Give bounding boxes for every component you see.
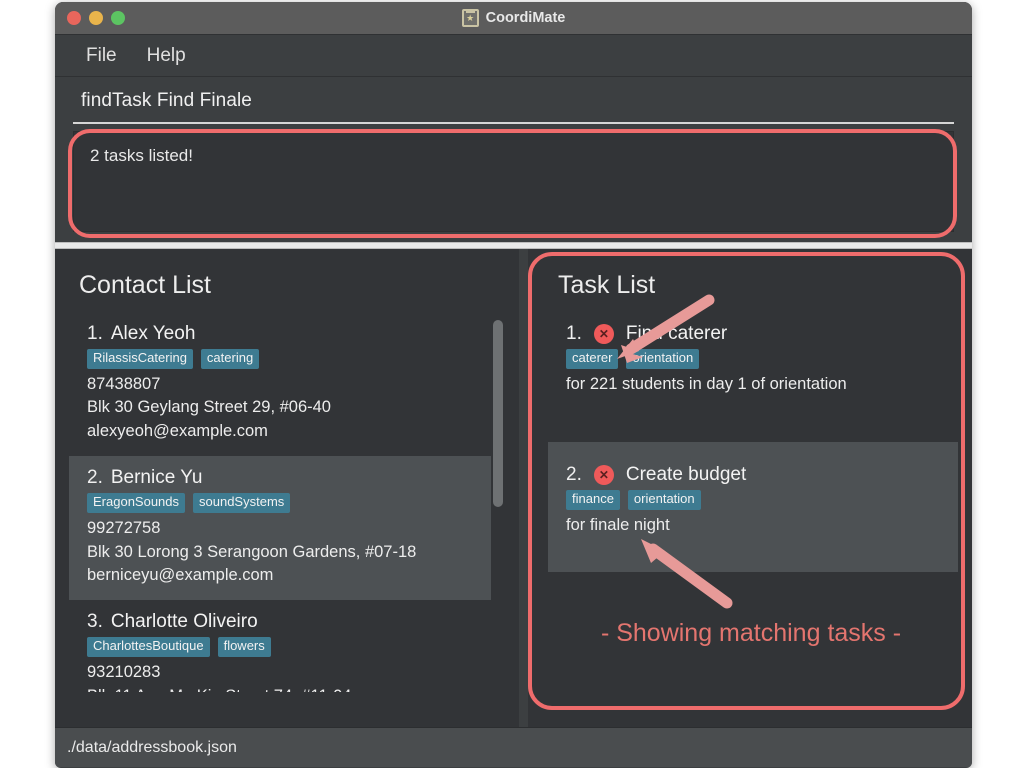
result-display-area: 2 tasks listed! bbox=[55, 127, 972, 242]
contact-phone: 99272758 bbox=[87, 517, 487, 540]
title-center: CoordiMate bbox=[55, 9, 972, 27]
contact-tag: RilassisCatering bbox=[87, 349, 193, 369]
result-message: 2 tasks listed! bbox=[90, 146, 937, 166]
status-bar-path: ./data/addressbook.json bbox=[67, 739, 237, 757]
contact-name: Bernice Yu bbox=[111, 467, 203, 489]
task-status-not-done-icon[interactable]: ✕ bbox=[594, 324, 614, 344]
contact-tag: EragonSounds bbox=[87, 493, 185, 513]
command-input-value: findTask Find Finale bbox=[73, 90, 252, 112]
window-title: CoordiMate bbox=[486, 10, 566, 26]
status-bar: ./data/addressbook.json bbox=[55, 727, 972, 767]
contact-tag: catering bbox=[201, 349, 259, 369]
screen: CoordiMate File Help findTask Find Final… bbox=[0, 0, 1024, 768]
task-index: 2. bbox=[566, 464, 582, 486]
task-tag: orientation bbox=[626, 349, 699, 369]
minimize-button[interactable] bbox=[89, 11, 103, 25]
task-list-panel: Task List 1. ✕ Find caterer caterer orie… bbox=[528, 249, 972, 727]
task-tag: finance bbox=[566, 490, 620, 510]
menu-bar: File Help bbox=[55, 35, 972, 77]
maximize-button[interactable] bbox=[111, 11, 125, 25]
contact-email: berniceyu@example.com bbox=[87, 564, 487, 587]
task-tags: caterer orientation bbox=[566, 349, 940, 369]
task-index: 1. bbox=[566, 323, 582, 345]
task-header: 2. ✕ Create budget bbox=[566, 464, 940, 486]
contact-list-item[interactable]: 1. Alex Yeoh RilassisCatering catering 8… bbox=[69, 312, 505, 456]
contact-name: Alex Yeoh bbox=[111, 323, 196, 345]
contact-list-item[interactable]: 2. Bernice Yu EragonSounds soundSystems … bbox=[69, 456, 505, 600]
contact-index: 3. bbox=[87, 611, 103, 633]
task-header: 1. ✕ Find caterer bbox=[566, 323, 940, 345]
task-tags: finance orientation bbox=[566, 490, 940, 510]
contact-tags: EragonSounds soundSystems bbox=[87, 493, 487, 513]
task-list-view[interactable]: 1. ✕ Find caterer caterer orientation fo… bbox=[548, 312, 958, 582]
task-name: Find caterer bbox=[626, 323, 727, 345]
task-status-not-done-icon[interactable]: ✕ bbox=[594, 465, 614, 485]
panels-container: Contact List 1. Alex Yeoh RilassisCateri… bbox=[55, 249, 972, 727]
contact-list-scrollbar[interactable] bbox=[491, 312, 505, 692]
close-button[interactable] bbox=[67, 11, 81, 25]
task-name: Create budget bbox=[626, 464, 746, 486]
contact-phone: 87438807 bbox=[87, 373, 487, 396]
contact-tag: flowers bbox=[218, 637, 271, 657]
panel-splitter[interactable] bbox=[55, 242, 972, 249]
result-display-box: 2 tasks listed! bbox=[73, 131, 954, 232]
contact-tags: CharlottesBoutique flowers bbox=[87, 637, 487, 657]
contact-list-title: Contact List bbox=[79, 271, 505, 300]
menu-item-file[interactable]: File bbox=[75, 42, 128, 70]
contact-phone: 93210283 bbox=[87, 661, 487, 684]
contact-index: 2. bbox=[87, 467, 103, 489]
task-tag: orientation bbox=[628, 490, 701, 510]
command-area: findTask Find Finale bbox=[55, 77, 972, 127]
contact-email: alexyeoh@example.com bbox=[87, 420, 487, 443]
contact-name: Charlotte Oliveiro bbox=[111, 611, 258, 633]
task-tag: caterer bbox=[566, 349, 618, 369]
task-description: for finale night bbox=[566, 514, 940, 537]
contact-list-item[interactable]: 3. Charlotte Oliveiro CharlottesBoutique… bbox=[69, 600, 505, 692]
command-input[interactable]: findTask Find Finale bbox=[73, 81, 954, 124]
task-list-item[interactable]: 1. ✕ Find caterer caterer orientation fo… bbox=[548, 312, 958, 442]
contact-address: Blk 11 Ang Mo Kio Street 74, #11-04 bbox=[87, 685, 487, 692]
window-controls bbox=[67, 11, 125, 25]
app-window: CoordiMate File Help findTask Find Final… bbox=[55, 2, 972, 768]
contact-tag: CharlottesBoutique bbox=[87, 637, 210, 657]
panel-divider bbox=[519, 249, 528, 727]
contact-tag: soundSystems bbox=[193, 493, 290, 513]
contact-header: 2. Bernice Yu bbox=[87, 467, 487, 489]
task-list-title: Task List bbox=[558, 271, 958, 300]
contact-list-scroll-thumb[interactable] bbox=[493, 320, 503, 507]
contact-address: Blk 30 Geylang Street 29, #06-40 bbox=[87, 396, 487, 419]
menu-item-help[interactable]: Help bbox=[136, 42, 197, 70]
contact-header: 1. Alex Yeoh bbox=[87, 323, 487, 345]
calendar-star-icon bbox=[462, 9, 479, 27]
contact-list-panel: Contact List 1. Alex Yeoh RilassisCateri… bbox=[55, 249, 519, 727]
title-bar: CoordiMate bbox=[55, 2, 972, 35]
contact-header: 3. Charlotte Oliveiro bbox=[87, 611, 487, 633]
contact-index: 1. bbox=[87, 323, 103, 345]
contact-tags: RilassisCatering catering bbox=[87, 349, 487, 369]
contact-address: Blk 30 Lorong 3 Serangoon Gardens, #07-1… bbox=[87, 541, 487, 564]
contact-list-view[interactable]: 1. Alex Yeoh RilassisCatering catering 8… bbox=[69, 312, 505, 692]
task-list-item[interactable]: 2. ✕ Create budget finance orientation f… bbox=[548, 442, 958, 572]
task-description: for 221 students in day 1 of orientation bbox=[566, 373, 940, 396]
